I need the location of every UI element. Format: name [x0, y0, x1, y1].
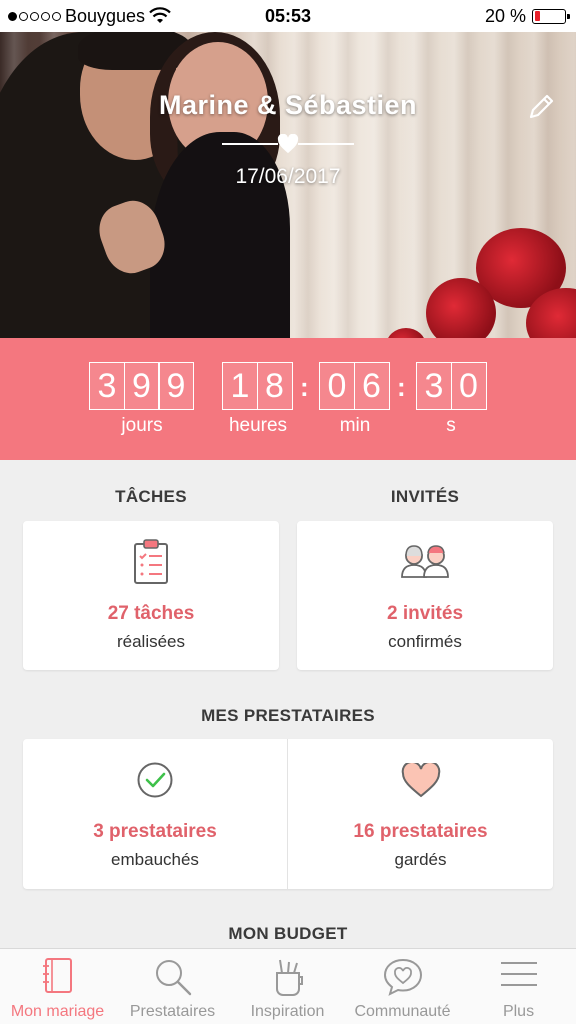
status-bar: Bouygues 05:53 20 % — [0, 0, 576, 32]
guests-count: 2 invités — [386, 603, 464, 624]
saved-vendors-count: 16 prestataires — [353, 821, 488, 842]
days-digit: 3 — [89, 362, 125, 410]
days-label: jours — [121, 415, 163, 436]
hero-photo: Marine & Sébastien 17/06/2017 — [0, 32, 576, 338]
seconds-digit: 0 — [450, 362, 487, 410]
hours-digit: 1 — [222, 362, 258, 410]
hired-vendors-count: 3 prestataires — [93, 821, 217, 842]
signal-icon — [8, 11, 61, 21]
hours-label: heures — [228, 415, 288, 436]
guests-couple-icon — [401, 545, 449, 578]
tab-label: Plus — [502, 1003, 535, 1020]
countdown-days: 3 9 9 — [89, 362, 194, 410]
vendors-card: 3 prestataires embauchés 16 prestataires… — [23, 739, 553, 889]
couple-names: Marine & Sébastien — [158, 90, 418, 120]
tab-label: Prestataires — [129, 1003, 216, 1020]
countdown-colon: : — [300, 372, 309, 402]
heart-icon — [277, 134, 299, 154]
battery-percent: 20 % — [484, 5, 526, 26]
vendors-section-title: MES PRESTATAIRES — [201, 706, 375, 725]
tab-inspiration[interactable]: Inspiration — [230, 949, 345, 1024]
battery-icon — [532, 8, 570, 24]
minutes-digit: 6 — [353, 362, 390, 410]
tab-label: Mon mariage — [10, 1003, 105, 1020]
guests-card[interactable]: 2 invités confirmés — [297, 521, 553, 670]
carrier-name: Bouygues — [65, 5, 146, 26]
heart-divider — [222, 134, 354, 154]
heart-outline-icon — [401, 763, 440, 798]
seconds-label: s — [446, 415, 456, 436]
tab-label: Inspiration — [250, 1003, 325, 1020]
guests-sub: confirmés — [388, 632, 462, 651]
battery-fill — [534, 11, 541, 21]
hired-vendors-sub: embauchés — [111, 850, 199, 869]
tab-mon-mariage[interactable]: Mon mariage — [0, 949, 115, 1024]
check-circle-icon — [137, 762, 173, 798]
tab-label: Communauté — [354, 1003, 451, 1020]
budget-section-title: MON BUDGET — [228, 924, 348, 943]
days-digit: 9 — [123, 362, 160, 410]
wedding-date: 17/06/2017 — [235, 165, 341, 188]
search-icon — [155, 960, 191, 996]
countdown-hours: 1 8 — [222, 362, 293, 410]
status-left: Bouygues — [8, 6, 171, 27]
tab-communaute[interactable]: Communauté — [345, 949, 460, 1024]
wifi-icon — [149, 7, 171, 23]
countdown-colon: : — [397, 372, 406, 402]
seconds-digit: 3 — [416, 362, 452, 410]
saved-vendors-panel[interactable]: 16 prestataires gardés — [288, 739, 553, 889]
notebook-icon — [42, 958, 72, 993]
days-digit: 9 — [158, 362, 194, 410]
status-right: 20 % — [484, 5, 570, 27]
edit-pencil-icon[interactable] — [526, 92, 556, 122]
countdown-seconds: 3 0 — [416, 362, 487, 410]
minutes-digit: 0 — [319, 362, 355, 410]
tab-prestataires[interactable]: Prestataires — [115, 949, 230, 1024]
tab-bar: Mon mariage Prestataires Inspiration Com… — [0, 948, 576, 1024]
saved-vendors-sub: gardés — [394, 850, 447, 869]
tasks-sub: réalisées — [116, 632, 186, 651]
countdown-bar: 3 9 9 1 8 : 0 6 : 3 0 jours heures min s — [0, 338, 576, 460]
tab-plus[interactable]: Plus — [461, 949, 576, 1024]
roses-decoration — [386, 188, 576, 338]
pencil-cup-icon — [275, 959, 303, 996]
minutes-label: min — [339, 415, 371, 436]
hired-vendors-panel[interactable]: 3 prestataires embauchés — [23, 739, 287, 889]
tasks-count: 27 tâches — [107, 603, 195, 624]
menu-icon — [500, 962, 537, 986]
hours-digit: 8 — [256, 362, 293, 410]
clipboard-checklist-icon — [134, 539, 168, 584]
chat-heart-icon — [383, 958, 422, 996]
guests-section-title: INVITÉS — [390, 487, 460, 506]
tasks-section-title: TÂCHES — [115, 487, 187, 506]
countdown-minutes: 0 6 — [319, 362, 390, 410]
tasks-card[interactable]: 27 tâches réalisées — [23, 521, 279, 670]
